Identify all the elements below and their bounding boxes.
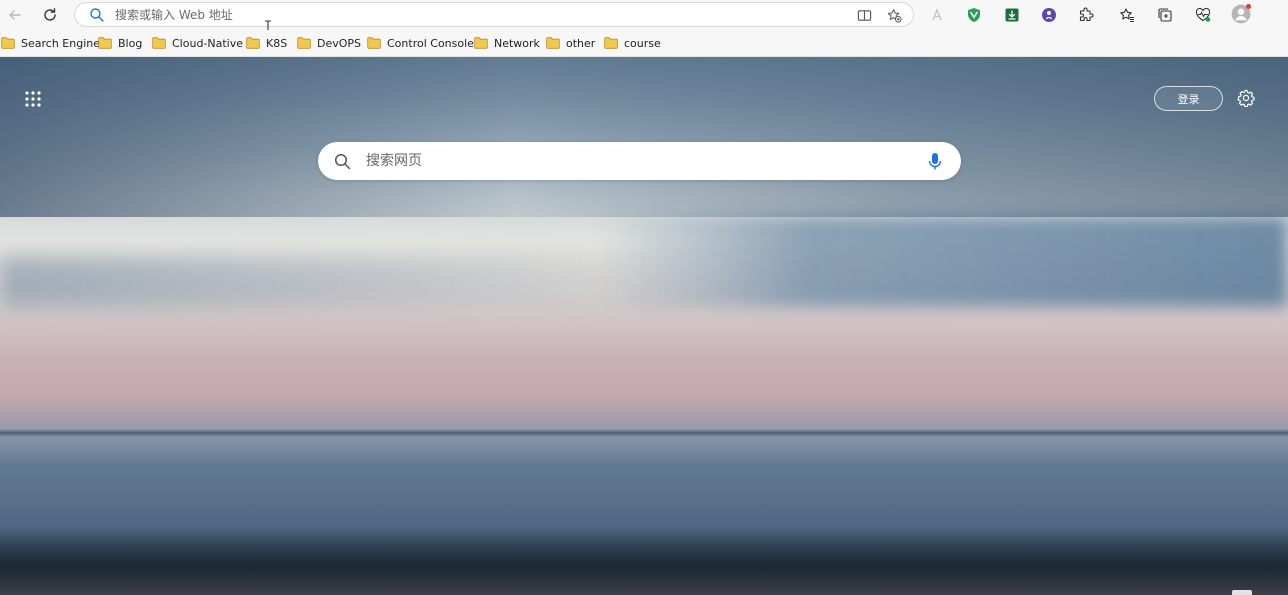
shield-extension-button[interactable] — [964, 5, 984, 25]
download-extension-button[interactable] — [1002, 5, 1022, 25]
background-cloud-band — [0, 257, 700, 307]
download-extension-icon — [1005, 8, 1019, 22]
bookmark-folder-k8s[interactable]: K8S — [246, 34, 287, 52]
folder-icon — [546, 37, 560, 49]
bookmark-label: DevOPS — [317, 36, 362, 50]
collections-button[interactable] — [1155, 5, 1175, 25]
bookmark-label: course — [624, 36, 661, 50]
bookmark-label: other — [566, 36, 596, 50]
performance-button[interactable] — [1193, 5, 1213, 25]
search-icon — [334, 153, 351, 170]
browser-toolbar — [0, 0, 1288, 34]
background-sea — [0, 527, 1288, 595]
folder-icon — [474, 37, 488, 49]
web-search-input[interactable] — [366, 150, 906, 172]
bookmark-folder-course[interactable]: course — [604, 34, 661, 52]
web-search-box[interactable] — [318, 142, 961, 180]
settings-gear-icon[interactable] — [1237, 89, 1255, 107]
folder-icon — [98, 37, 112, 49]
profile-button[interactable] — [1230, 3, 1252, 25]
bookmarks-bar: Search Engine Blog Cloud-Native K8S DevO… — [0, 30, 1288, 57]
shield-extension-icon — [968, 8, 980, 22]
bookmark-folder-blog[interactable]: Blog — [98, 34, 142, 52]
page-corner-indicator — [1232, 590, 1252, 595]
bookmark-label: Search Engine — [21, 36, 100, 50]
folder-icon — [246, 37, 260, 49]
profile-avatar-icon — [1231, 4, 1251, 24]
folder-icon — [152, 37, 166, 49]
collections-icon — [1158, 8, 1172, 22]
address-bar[interactable] — [74, 2, 914, 27]
bookmark-label: Network — [494, 36, 540, 50]
folder-icon — [297, 37, 311, 49]
read-aloud-icon — [932, 8, 942, 21]
circle-extension-icon — [1042, 8, 1056, 22]
folder-icon — [604, 37, 618, 49]
read-aloud-button[interactable] — [928, 5, 948, 25]
reload-button[interactable] — [36, 1, 64, 29]
add-favorite-button[interactable] — [885, 6, 903, 24]
background-horizon — [0, 429, 1288, 437]
add-favorite-icon — [887, 8, 902, 23]
performance-heart-icon — [1195, 7, 1211, 22]
bookmark-label: Blog — [118, 36, 143, 50]
extensions-puzzle-icon — [1079, 7, 1094, 22]
bookmark-folder-other[interactable]: other — [546, 34, 595, 52]
bookmark-folder-network[interactable]: Network — [474, 34, 540, 52]
search-icon — [90, 8, 104, 22]
extensions-button[interactable] — [1076, 5, 1096, 25]
bookmark-folder-cloud-native[interactable]: Cloud-Native — [152, 34, 243, 52]
background-cloud-band — [600, 217, 1288, 307]
folder-icon — [367, 37, 381, 49]
microphone-icon[interactable] — [928, 152, 942, 171]
background-sky-band — [0, 57, 1288, 217]
bookmark-folder-search-engine[interactable]: Search Engine — [1, 34, 100, 52]
reader-view-button[interactable] — [855, 6, 873, 24]
reader-view-icon — [857, 9, 871, 21]
reload-icon — [44, 8, 56, 21]
new-tab-page: 登录 — [0, 57, 1288, 595]
apps-grid-icon[interactable] — [24, 90, 42, 108]
folder-icon — [1, 37, 15, 49]
bookmark-label: K8S — [266, 36, 288, 50]
bookmark-folder-control-console[interactable]: Control Console — [367, 34, 474, 52]
back-arrow-icon — [9, 10, 21, 20]
bookmark-folder-devops[interactable]: DevOPS — [297, 34, 361, 52]
circle-extension-button[interactable] — [1039, 5, 1059, 25]
bookmark-label: Control Console — [387, 36, 474, 50]
login-button[interactable]: 登录 — [1154, 86, 1223, 111]
favorites-button[interactable] — [1117, 5, 1137, 25]
back-button[interactable] — [1, 1, 29, 29]
favorites-icon — [1120, 8, 1134, 22]
bookmark-label: Cloud-Native — [172, 36, 244, 50]
address-input[interactable] — [115, 5, 835, 24]
